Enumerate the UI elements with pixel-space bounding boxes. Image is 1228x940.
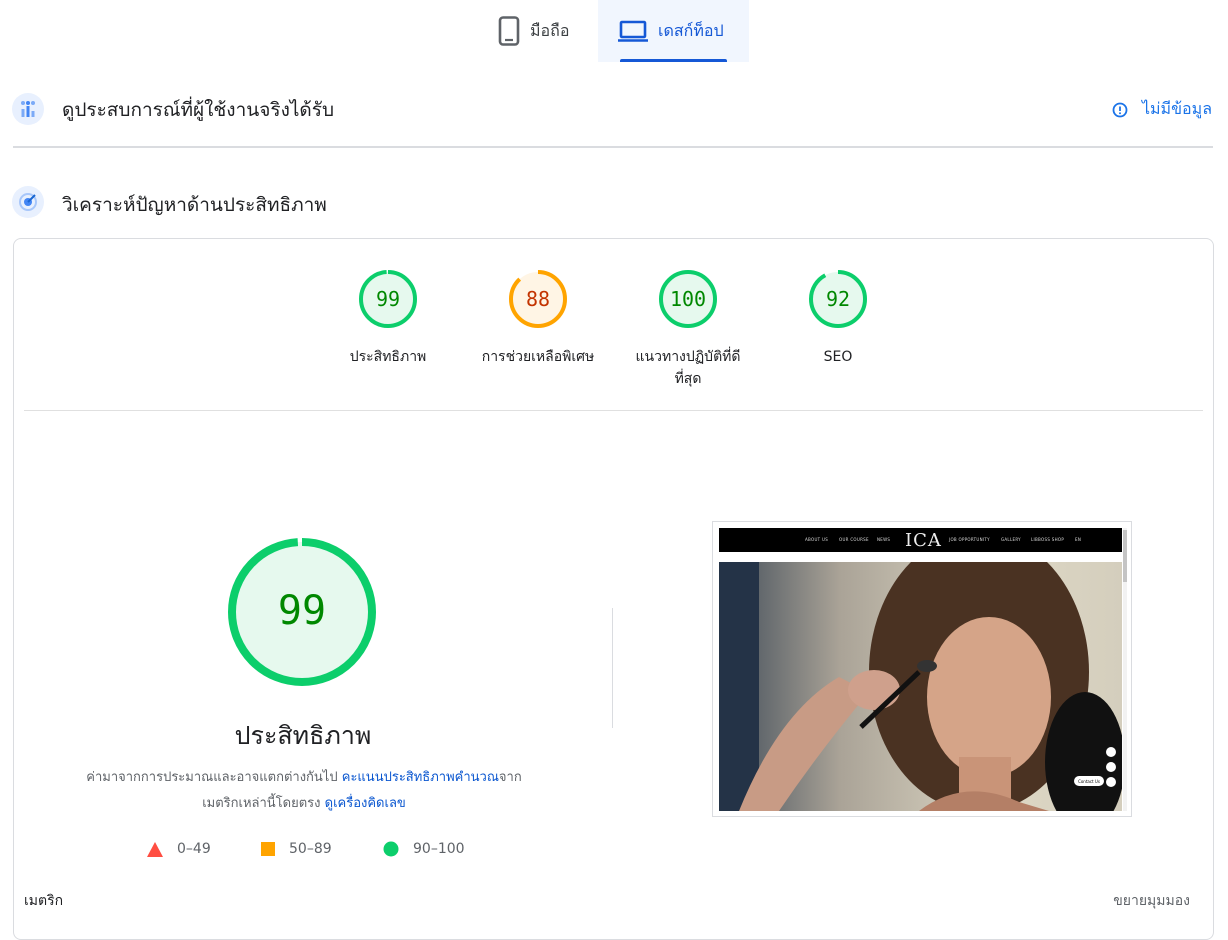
legend-average: 50–89	[261, 841, 332, 857]
no-data-label: ไม่มีข้อมูล	[1141, 99, 1212, 118]
gauge-best-practices[interactable]: 100 แนวทางปฏิบัติที่ดี ที่สุด	[613, 268, 763, 390]
laptop-icon	[618, 20, 648, 42]
gauge-label: แนวทางปฏิบัติที่ดี ที่สุด	[635, 349, 741, 387]
tab-active-indicator	[620, 59, 727, 62]
legend-pass: 90–100	[383, 841, 465, 857]
gauge-score: 88	[526, 287, 550, 311]
gauge-ring: 99	[359, 270, 417, 328]
tab-desktop-label: เดสก์ท็อป	[658, 20, 724, 40]
calculator-link[interactable]: ดูเครื่องคิดเลข	[325, 796, 406, 811]
gauge-label: ประสิทธิภาพ	[349, 349, 427, 365]
gauge-label: การช่วยเหลือพิเศษ	[481, 349, 595, 365]
square-icon	[261, 842, 275, 856]
legend-fail: 0–49	[147, 841, 211, 857]
thumbnail-navbar: ABOUT US OUR COURSE NEWS ICA JOB OPPORTU…	[719, 528, 1122, 552]
triangle-icon	[147, 841, 163, 857]
gauge-score: 92	[826, 287, 850, 311]
tab-mobile[interactable]: มือถือ	[488, 0, 598, 62]
gauge-label: SEO	[823, 349, 853, 365]
gauge-accessibility[interactable]: 88 การช่วยเหลือพิเศษ	[463, 268, 613, 368]
thumbnail-contact: Contact Us	[1078, 779, 1100, 784]
gauges-divider	[24, 410, 1203, 411]
performance-score-large: 99	[278, 588, 326, 634]
gauge-performance[interactable]: 99 ประสิทธิภาพ	[313, 268, 463, 368]
expand-view-toggle[interactable]: ขยายมุมมอง	[1113, 890, 1190, 912]
gauge-ring: 100	[659, 270, 717, 328]
thumbnail-scroll-thumb	[1123, 530, 1127, 582]
tab-desktop[interactable]: เดสก์ท็อป	[598, 0, 749, 62]
metrics-label: เมตริก	[24, 893, 64, 909]
no-data-link[interactable]: ไม่มีข้อมูล	[1112, 97, 1212, 122]
diagnose-icon	[12, 186, 44, 218]
final-screenshot[interactable]: ABOUT US OUR COURSE NEWS ICA JOB OPPORTU…	[712, 521, 1132, 817]
info-icon	[1112, 102, 1128, 117]
score-calc-link[interactable]: คะแนนประสิทธิภาพคำนวณ	[342, 770, 499, 785]
field-data-title: ดูประสบการณ์ที่ผู้ใช้งานจริงได้รับ	[62, 99, 335, 121]
section-divider	[13, 146, 1213, 148]
performance-gauge-large: 99	[228, 538, 376, 686]
performance-title: ประสิทธิภาพ	[234, 721, 372, 750]
gauge-score: 100	[670, 287, 706, 311]
tab-mobile-label: มือถือ	[530, 20, 570, 40]
gauge-ring: 92	[809, 270, 867, 328]
hero-photo: Contact Us	[719, 562, 1122, 811]
field-data-icon	[12, 93, 44, 125]
gauge-score: 99	[376, 287, 400, 311]
gauge-seo[interactable]: 92 SEO	[763, 268, 913, 368]
mobile-icon	[498, 16, 520, 46]
diagnose-title: วิเคราะห์ปัญหาด้านประสิทธิภาพ	[62, 194, 327, 216]
circle-icon	[383, 841, 399, 857]
gauge-ring: 88	[509, 270, 567, 328]
thumbnail-logo: ICA	[905, 530, 942, 551]
performance-description: ค่ามาจากการประมาณและอาจแตกต่างกันไป คะแน…	[86, 770, 522, 811]
vertical-divider	[612, 608, 613, 728]
